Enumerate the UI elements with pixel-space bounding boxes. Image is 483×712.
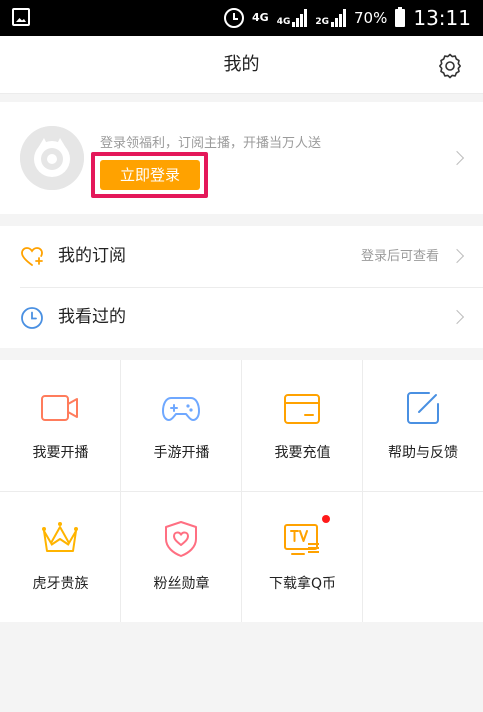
grid-item-label: 我要充值 (274, 445, 331, 461)
login-button[interactable]: 立即登录 (100, 160, 200, 190)
login-card[interactable]: 登录领福利，订阅主播，开播当万人送 (0, 102, 483, 214)
notification-dot (322, 515, 330, 523)
page-title: 我的 (223, 54, 260, 75)
chevron-right-icon (449, 150, 465, 166)
alarm-icon (224, 8, 245, 28)
shield-heart-icon (165, 521, 197, 557)
signal-group-1: 4G (277, 9, 308, 27)
grid-item-label: 我要开播 (32, 445, 89, 461)
status-bar: 4G 4G 2G 70% 13:11 (0, 0, 483, 36)
grid-item-label: 手游开播 (153, 445, 210, 461)
grid-item-help-feedback[interactable]: 帮助与反馈 (363, 360, 483, 491)
clock-time: 13:11 (413, 6, 471, 30)
grid-item-label: 帮助与反馈 (388, 445, 458, 461)
grid-item-huya-noble[interactable]: 虎牙贵族 (0, 491, 121, 622)
grid-item-recharge[interactable]: 我要充值 (242, 360, 363, 491)
title-bar: 我的 (0, 36, 483, 94)
avatar (20, 126, 84, 190)
list-item-subscriptions[interactable]: 我的订阅 登录后可查看 (0, 226, 483, 288)
grid-item-mobile-game-live[interactable]: 手游开播 (121, 360, 242, 491)
clock-icon (21, 307, 43, 329)
grid-item-label: 粉丝勋章 (153, 576, 210, 592)
grid-item-fan-badge[interactable]: 粉丝勋章 (121, 491, 242, 622)
list-item-label: 我的订阅 (58, 246, 126, 266)
network-2g-label: 2G (315, 17, 330, 27)
default-avatar-icon (20, 126, 84, 190)
wallet-icon (284, 394, 320, 424)
status-icons: 4G 4G 2G 70% 13:11 (224, 0, 471, 36)
grid-item-label: 虎牙贵族 (32, 576, 89, 592)
network-4g-label: 4G (252, 11, 269, 24)
signal-bars-icon (292, 9, 308, 27)
login-tip-text: 登录领福利，订阅主播，开播当万人送 (100, 136, 322, 151)
network-4g-small-label: 4G (276, 17, 291, 27)
gallery-notification-icon (12, 8, 30, 26)
battery-icon (395, 7, 406, 27)
list-item-label: 我看过的 (58, 307, 126, 327)
feature-grid: 我要开播 手游开播 我要充值 帮助与反馈 虎牙贵族 粉丝勋章 下载拿Q币 (0, 360, 483, 622)
heart-plus-icon (21, 247, 43, 266)
edit-icon (407, 392, 439, 424)
signal-group-2: 2G (315, 9, 347, 27)
tv-icon (284, 524, 319, 555)
signal-bars-2-icon (331, 9, 347, 27)
grid-item-start-live[interactable]: 我要开播 (0, 360, 121, 491)
settings-gear-icon[interactable] (437, 53, 463, 79)
list-item-history[interactable]: 我看过的 (0, 287, 483, 348)
grid-item-download-qcoin[interactable]: 下载拿Q币 (242, 491, 363, 622)
list-item-hint: 登录后可查看 (360, 249, 439, 264)
video-camera-icon (41, 395, 78, 421)
chevron-right-icon (449, 309, 465, 325)
crown-icon (42, 522, 78, 552)
gamepad-icon (162, 397, 200, 421)
chevron-right-icon (449, 248, 465, 264)
menu-list: 我的订阅 登录后可查看 我看过的 (0, 226, 483, 348)
grid-item-label: 下载拿Q币 (268, 576, 337, 592)
battery-percent: 70% (354, 9, 388, 27)
